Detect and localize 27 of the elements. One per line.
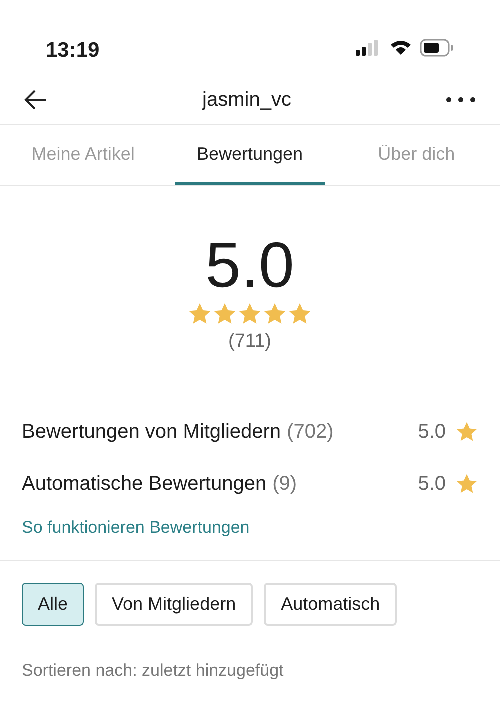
category-count: (9) [272,472,298,494]
category-count: (702) [287,420,334,442]
filter-chip[interactable]: Automatisch [264,583,398,626]
category-score: 5.0 [418,472,446,496]
star-icon [456,420,478,442]
star-icon [288,302,312,326]
star-icon [238,302,262,326]
back-arrow-icon[interactable] [24,88,48,110]
star-icon [456,472,478,494]
filter-chip[interactable]: Alle [22,583,84,626]
battery-icon [420,38,454,56]
help-link[interactable]: So funktionieren Bewertungen [0,514,500,540]
category-score: 5.0 [418,420,446,444]
star-icon [188,302,212,326]
filter-chip[interactable]: Von Mitgliedern [95,583,254,626]
sort-label[interactable]: Sortieren nach: zuletzt hinzugefügt [0,658,500,684]
profile-username: jasmin_vc [202,88,292,112]
rating-category: Automatische Bewertungen [22,472,267,494]
more-icon[interactable] [446,96,476,102]
star-icon [263,302,287,326]
star-icon [213,302,237,326]
rating-count: (711) [228,330,272,354]
average-rating: 5.0 [206,230,294,300]
rating-category: Bewertungen von Mitgliedern [22,420,282,442]
wifi-icon [390,40,412,56]
status-time: 13:19 [46,38,100,64]
tab[interactable]: Bewertungen [174,125,326,185]
